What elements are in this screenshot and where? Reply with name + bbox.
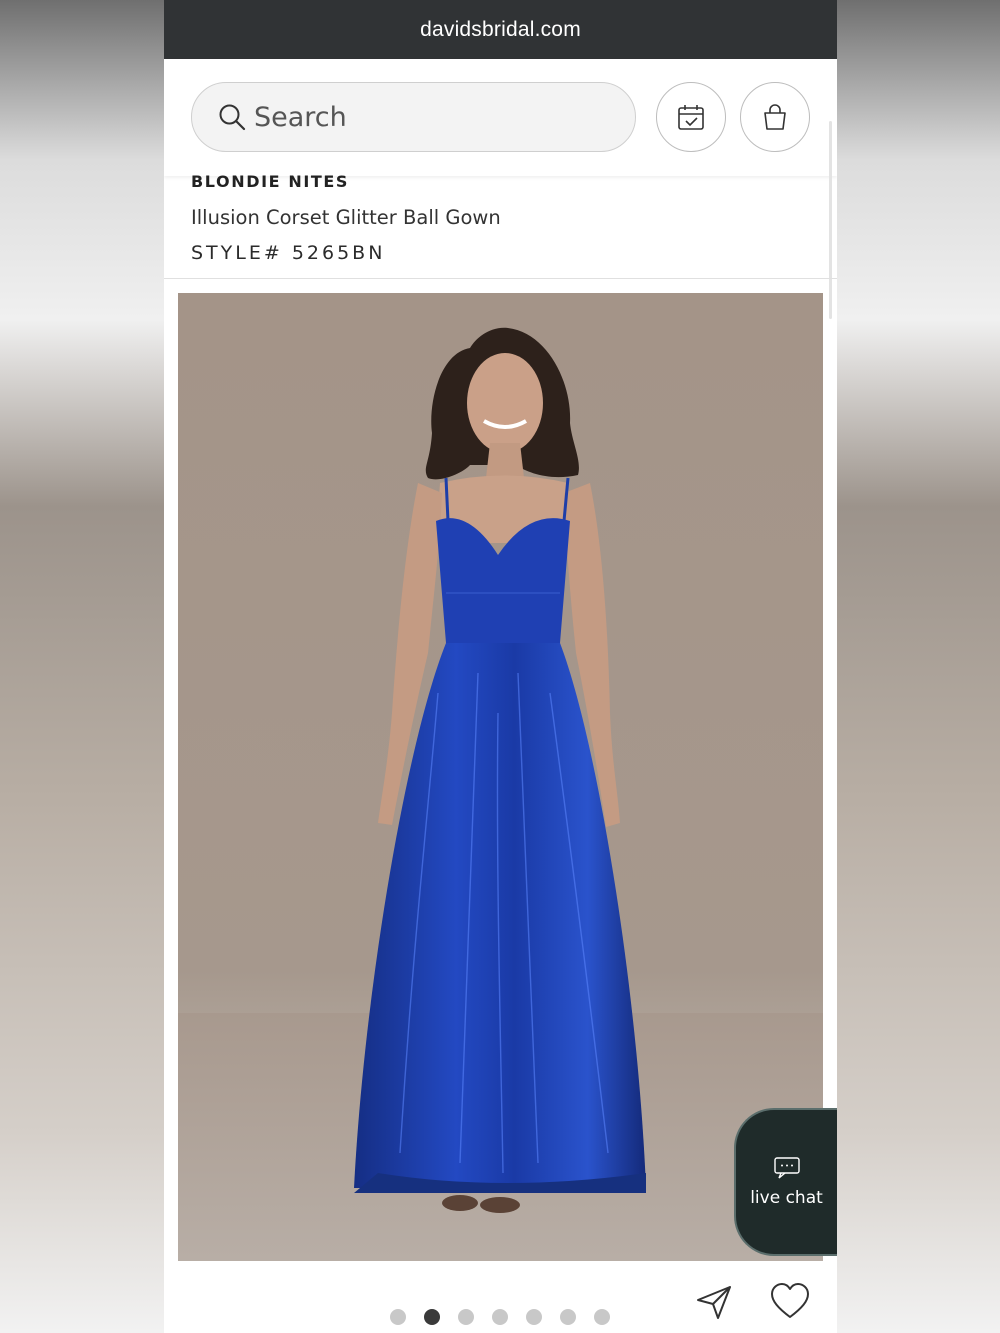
favorite-button[interactable] [770,1282,810,1322]
live-chat-button[interactable]: live chat [734,1108,837,1256]
carousel-dot-2[interactable] [424,1309,440,1325]
carousel-dot-4[interactable] [492,1309,508,1325]
search-input[interactable] [254,101,614,133]
heart-icon [771,1283,809,1318]
model-gown-illustration [178,327,823,1261]
mobile-page: davidsbridal.com Search BLONDIE NITES Il… [164,0,837,1333]
cart-button[interactable] [740,82,810,152]
calendar-check-icon [678,105,704,130]
product-style-number: STYLE# 5265BN [191,242,386,264]
product-brand[interactable]: BLONDIE NITES [191,172,349,191]
search-icon [219,104,246,131]
url-text: davidsbridal.com [420,17,581,41]
carousel-dot-7[interactable] [594,1309,610,1325]
share-icon [697,1286,731,1319]
product-image[interactable] [178,293,823,1261]
carousel-dot-1[interactable] [390,1309,406,1325]
site-header [164,59,837,319]
carousel-dot-5[interactable] [526,1309,542,1325]
product-title: Illusion Corset Glitter Ball Gown [191,206,501,229]
carousel-dots [390,1309,610,1325]
live-chat-label: live chat [750,1188,823,1208]
chat-bubble-icon [773,1157,800,1179]
carousel-dot-3[interactable] [458,1309,474,1325]
share-button[interactable] [694,1282,734,1322]
carousel-dot-6[interactable] [560,1309,576,1325]
appointment-button[interactable] [656,82,726,152]
background-right [836,0,1000,1333]
shopping-bag-icon [764,104,786,130]
url-bar[interactable]: davidsbridal.com [164,0,837,59]
search-bar[interactable] [191,82,636,152]
background-left [0,0,164,1333]
product-info: BLONDIE NITES Illusion Corset Glitter Ba… [164,172,837,279]
